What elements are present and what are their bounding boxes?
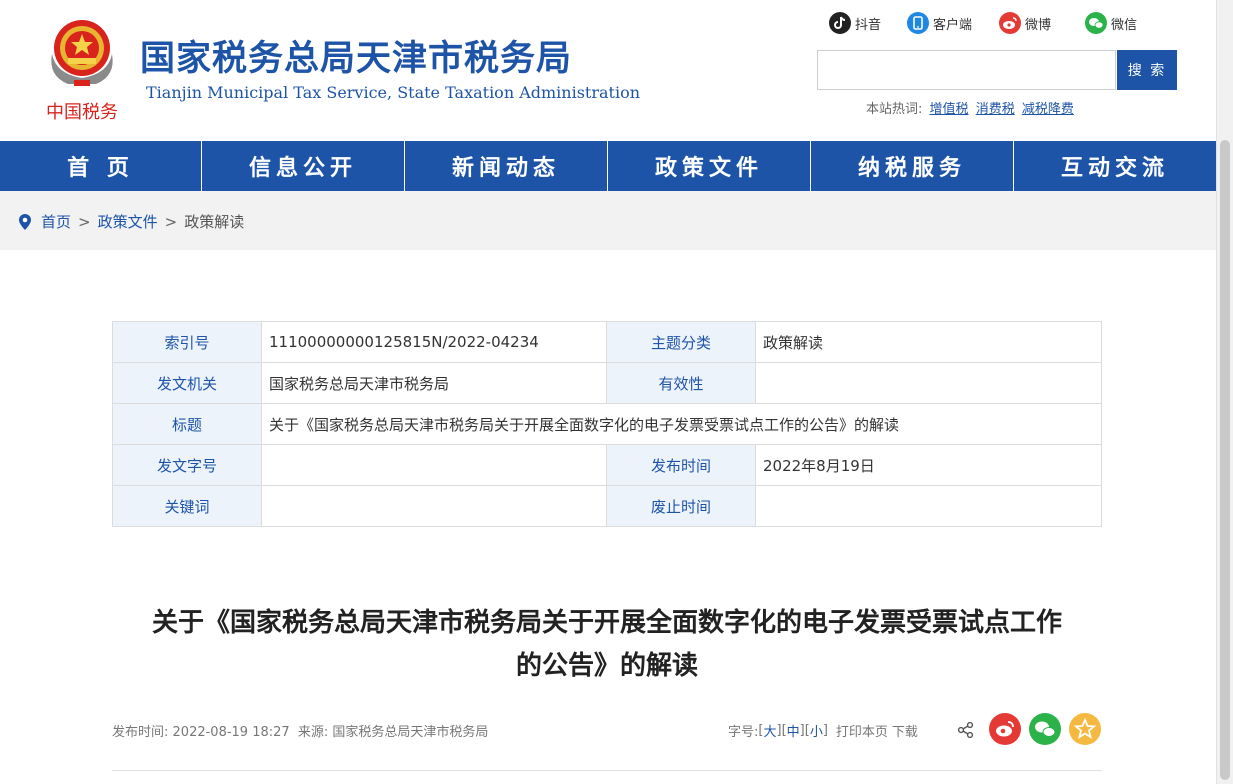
weibo-label: 微博 bbox=[1025, 17, 1052, 33]
font-size-medium[interactable]: 中 bbox=[787, 721, 800, 740]
douyin-icon bbox=[829, 12, 851, 34]
docno-label: 发文字号 bbox=[112, 444, 262, 486]
breadcrumb-policy-documents[interactable]: 政策文件 bbox=[98, 211, 158, 232]
weibo-icon bbox=[996, 721, 1014, 737]
share-weibo-button[interactable] bbox=[989, 713, 1021, 745]
wechat-icon bbox=[1085, 12, 1107, 34]
publish-time-label: 发布时间: bbox=[112, 725, 169, 740]
client-app-link[interactable]: 客户端 bbox=[907, 11, 972, 35]
table-row: 标题 关于《国家税务总局天津市税务局关于开展全面数字化的电子发票受票试点工作的公… bbox=[112, 403, 1102, 445]
topic-value: 政策解读 bbox=[755, 321, 1102, 363]
table-row: 发文字号 发布时间 2022年8月19日 bbox=[112, 444, 1102, 486]
article-title: 关于《国家税务总局天津市税务局关于开展全面数字化的电子发票受票试点工作 的公告》… bbox=[112, 602, 1102, 688]
abolish-label: 废止时间 bbox=[606, 485, 756, 527]
validity-label: 有效性 bbox=[606, 362, 756, 404]
docno-value bbox=[261, 444, 607, 486]
article-tools: 字号: [大] [中] [小] 打印本页 下载 bbox=[728, 721, 918, 740]
wechat-label: 微信 bbox=[1111, 17, 1138, 33]
nav-news[interactable]: 新闻动态 bbox=[405, 141, 608, 191]
nav-interaction[interactable]: 互动交流 bbox=[1014, 141, 1217, 191]
title-value: 关于《国家税务总局天津市税务局关于开展全面数字化的电子发票受票试点工作的公告》的… bbox=[261, 403, 1102, 445]
hot-word-consumption-tax[interactable]: 消费税 bbox=[976, 102, 1015, 117]
date-value: 2022年8月19日 bbox=[755, 444, 1102, 486]
star-icon bbox=[1073, 717, 1097, 739]
vertical-scrollbar[interactable] bbox=[1216, 0, 1233, 784]
abolish-value bbox=[755, 485, 1102, 527]
favorite-button[interactable] bbox=[1069, 713, 1101, 745]
validity-value bbox=[755, 362, 1102, 404]
issuer-value: 国家税务总局天津市税务局 bbox=[261, 362, 607, 404]
share-icon[interactable] bbox=[957, 721, 975, 739]
emblem-caption: 中国税务 bbox=[46, 102, 118, 123]
location-pin-icon bbox=[19, 213, 31, 230]
download-button[interactable]: 下载 bbox=[892, 721, 918, 740]
page: 中国税务 国家税务总局天津市税务局 Tianjin Municipal Tax … bbox=[0, 0, 1217, 784]
document-info-table: 索引号 11100000000125815N/2022-04234 主题分类 政… bbox=[112, 321, 1102, 527]
topic-label: 主题分类 bbox=[606, 321, 756, 363]
hot-words: 本站热词: 增值税 消费税 减税降费 bbox=[866, 98, 1074, 117]
keywords-label: 关键词 bbox=[112, 485, 262, 527]
hot-words-label: 本站热词: bbox=[866, 102, 923, 117]
font-size-label: 字号: bbox=[728, 725, 759, 740]
nav-home[interactable]: 首 页 bbox=[0, 141, 202, 191]
douyin-link[interactable]: 抖音 bbox=[829, 11, 881, 35]
site-subtitle: Tianjin Municipal Tax Service, State Tax… bbox=[146, 83, 641, 102]
font-size-large[interactable]: 大 bbox=[763, 721, 776, 740]
search-button[interactable]: 搜 索 bbox=[1117, 50, 1177, 90]
keywords-value bbox=[261, 485, 607, 527]
title-label: 标题 bbox=[112, 403, 262, 445]
index-label: 索引号 bbox=[112, 321, 262, 363]
national-emblem-logo[interactable]: 中国税务 bbox=[38, 14, 126, 126]
article-title-line-2: 的公告》的解读 bbox=[515, 651, 698, 681]
breadcrumb: 首页 > 政策文件 > 政策解读 bbox=[17, 211, 244, 232]
wechat-link[interactable]: 微信 bbox=[1085, 11, 1137, 35]
source: 国家税务总局天津市税务局 bbox=[332, 725, 489, 740]
divider bbox=[112, 770, 1102, 771]
nav-tax-service[interactable]: 纳税服务 bbox=[811, 141, 1014, 191]
weibo-link[interactable]: 微博 bbox=[999, 11, 1051, 35]
wechat-icon bbox=[1035, 721, 1056, 737]
client-app-icon bbox=[907, 12, 929, 34]
site-header: 中国税务 国家税务总局天津市税务局 Tianjin Municipal Tax … bbox=[0, 0, 1217, 141]
breadcrumb-bar: 首页 > 政策文件 > 政策解读 bbox=[0, 191, 1217, 250]
date-label: 发布时间 bbox=[606, 444, 756, 486]
publish-time: 2022-08-19 18:27 bbox=[172, 725, 290, 740]
search-input[interactable] bbox=[817, 50, 1116, 90]
main-nav: 首 页 信息公开 新闻动态 政策文件 纳税服务 互动交流 bbox=[0, 141, 1217, 191]
index-value: 11100000000125815N/2022-04234 bbox=[261, 321, 607, 363]
hot-word-tax-cut[interactable]: 减税降费 bbox=[1022, 102, 1074, 117]
table-row: 索引号 11100000000125815N/2022-04234 主题分类 政… bbox=[112, 321, 1102, 363]
breadcrumb-separator: > bbox=[164, 212, 178, 231]
scrollbar-thumb[interactable] bbox=[1220, 140, 1230, 780]
font-size-small[interactable]: 小 bbox=[810, 721, 823, 740]
breadcrumb-separator: > bbox=[78, 212, 91, 231]
nav-policy-documents[interactable]: 政策文件 bbox=[608, 141, 811, 191]
print-button[interactable]: 打印本页 bbox=[836, 721, 888, 740]
article-title-line-1: 关于《国家税务总局天津市税务局关于开展全面数字化的电子发票受票试点工作 bbox=[151, 608, 1062, 638]
share-wechat-button[interactable] bbox=[1029, 713, 1061, 745]
source-label: 来源: bbox=[297, 725, 329, 740]
breadcrumb-home[interactable]: 首页 bbox=[41, 211, 71, 232]
client-app-label: 客户端 bbox=[933, 17, 973, 33]
article-meta: 发布时间: 2022-08-19 18:27 来源: 国家税务总局天津市税务局 bbox=[112, 721, 488, 740]
table-row: 发文机关 国家税务总局天津市税务局 有效性 bbox=[112, 362, 1102, 404]
issuer-label: 发文机关 bbox=[112, 362, 262, 404]
douyin-label: 抖音 bbox=[855, 17, 882, 33]
hot-word-vat[interactable]: 增值税 bbox=[930, 102, 969, 117]
breadcrumb-current: 政策解读 bbox=[184, 213, 245, 231]
weibo-icon bbox=[999, 12, 1021, 34]
nav-info-disclosure[interactable]: 信息公开 bbox=[202, 141, 405, 191]
site-title[interactable]: 国家税务总局天津市税务局 bbox=[140, 30, 572, 81]
table-row: 关键词 废止时间 bbox=[112, 485, 1102, 527]
